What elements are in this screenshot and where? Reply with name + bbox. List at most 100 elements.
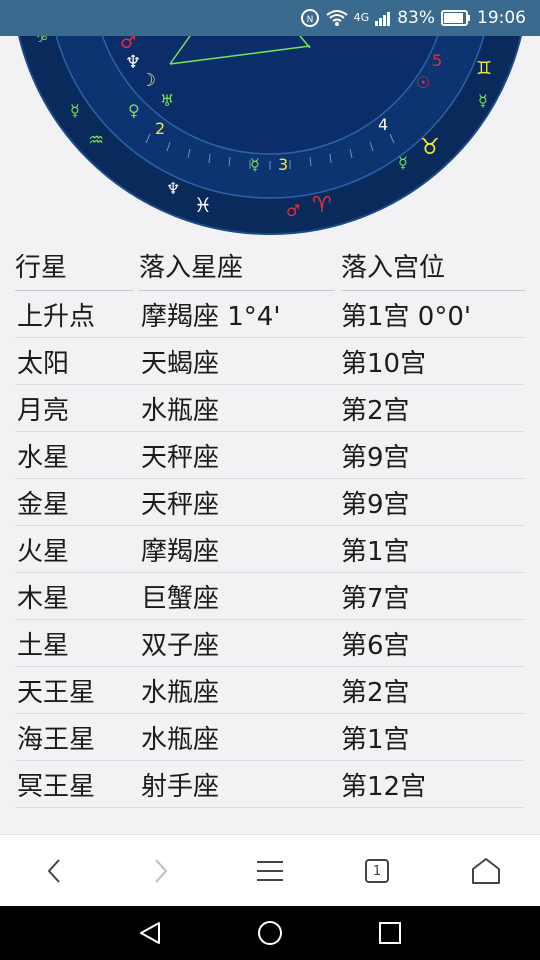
zodiac-sign: 天蝎座	[141, 348, 220, 379]
header-house: 落入宫位	[341, 246, 525, 291]
table-row: 木星 巨蟹座 第7宫	[15, 573, 525, 620]
mercury-icon: ☿	[478, 91, 488, 110]
table-row: 天王星 水瓶座 第2宫	[15, 667, 525, 714]
table-row: 月亮 水瓶座 第2宫	[15, 385, 525, 432]
system-navigation-bar	[0, 906, 540, 960]
system-home-button[interactable]	[240, 906, 300, 960]
planet-name: 太阳	[17, 348, 70, 379]
house-position: 第1宫	[341, 724, 410, 755]
mars-icon: ♂	[120, 36, 136, 53]
house-position: 第2宫	[341, 395, 410, 426]
astrology-chart: 2 3 4 5 ♂ ♆ ☽ ♅ ♀ ☿ ♒ ♑ ☿ ♆ ♓ ♂ ♈ ☿ ♉ ☉ …	[0, 36, 540, 236]
table-row: 金星 天秤座 第9宫	[15, 479, 525, 526]
house-position: 第10宫	[341, 348, 427, 379]
taurus-icon: ♉	[420, 135, 440, 160]
house-number: 3	[278, 155, 288, 174]
home-button[interactable]	[456, 835, 516, 907]
planet-table: 行星 落入星座 落入宫位 上升点 摩羯座 1°4' 第1宫 0°0' 太阳 天蝎座 第10…	[15, 246, 525, 808]
aries-icon: ♈	[312, 193, 332, 218]
planet-name: 上升点	[17, 301, 96, 332]
planet-name: 天王星	[17, 677, 96, 708]
table-row: 太阳 天蝎座 第10宫	[15, 338, 525, 385]
house-position: 第6宫	[341, 630, 410, 661]
browser-toolbar: 1	[0, 834, 540, 907]
signal-icon	[375, 12, 391, 26]
planet-name: 海王星	[17, 724, 96, 755]
house-position: 第7宫	[341, 583, 410, 614]
zodiac-sign: 水瓶座	[141, 677, 220, 708]
venus-icon: ♀	[128, 101, 140, 120]
planet-name: 金星	[17, 489, 70, 520]
house-position: 第1宫	[341, 536, 410, 567]
neptune-icon: ♆	[166, 179, 180, 198]
uranus-icon: ♅	[160, 91, 174, 110]
system-recents-button[interactable]	[360, 906, 420, 960]
house-position: 第2宫	[341, 677, 410, 708]
tabs-button[interactable]: 1	[347, 835, 407, 907]
house-position: 第9宫	[341, 489, 410, 520]
zodiac-sign: 摩羯座 1°4'	[141, 301, 281, 332]
tab-count: 1	[372, 863, 382, 879]
status-icons: N 4G 83% 19:06	[300, 0, 526, 36]
header-planet: 行星	[15, 246, 133, 291]
mars-icon: ♂	[286, 201, 300, 220]
chevron-right-icon	[155, 859, 168, 883]
zodiac-sign: 水瓶座	[141, 395, 220, 426]
zodiac-sign: 天秤座	[141, 489, 220, 520]
planet-name: 冥王星	[17, 771, 96, 802]
house-number: 4	[378, 115, 388, 134]
svg-text:N: N	[306, 15, 313, 25]
back-button[interactable]	[24, 835, 84, 907]
pisces-icon: ♓	[194, 193, 212, 217]
mercury-icon: ☿	[70, 101, 80, 120]
header-sign: 落入星座	[139, 246, 335, 291]
house-number: 5	[432, 51, 442, 70]
home-icon	[472, 858, 500, 884]
house-position: 第12宫	[341, 771, 427, 802]
table-row: 土星 双子座 第6宫	[15, 620, 525, 667]
table-row: 上升点 摩羯座 1°4' 第1宫 0°0'	[15, 291, 525, 338]
astrology-chart-wheel: 2 3 4 5 ♂ ♆ ☽ ♅ ♀ ☿ ♒ ♑ ☿ ♆ ♓ ♂ ♈ ☿ ♉ ☉ …	[18, 36, 522, 235]
menu-button[interactable]	[240, 835, 300, 907]
forward-button[interactable]	[131, 835, 191, 907]
planet-name: 木星	[17, 583, 70, 614]
sign-icon: ♑	[34, 36, 48, 46]
tabs-icon: 1	[365, 859, 389, 883]
triangle-back-icon	[140, 922, 160, 944]
house-position: 第1宫 0°0'	[341, 301, 472, 332]
zodiac-sign: 巨蟹座	[141, 583, 220, 614]
network-type: 4G	[353, 11, 370, 24]
aquarius-icon: ♒	[88, 130, 104, 151]
zodiac-sign: 双子座	[141, 630, 220, 661]
planet-name: 土星	[17, 630, 70, 661]
moon-icon: ☽	[140, 70, 156, 91]
battery-percent: 83%	[397, 8, 435, 28]
mercury-icon: ☿	[250, 155, 260, 174]
house-position: 第9宫	[341, 442, 410, 473]
table-row: 火星 摩羯座 第1宫	[15, 526, 525, 573]
planet-name: 火星	[17, 536, 70, 567]
chevron-left-icon	[47, 859, 60, 883]
clock: 19:06	[477, 8, 526, 28]
battery-icon	[441, 10, 470, 26]
house-number: 2	[155, 119, 165, 138]
zodiac-sign: 天秤座	[141, 442, 220, 473]
planet-name: 月亮	[17, 395, 70, 426]
circle-home-icon	[258, 921, 282, 945]
table-header: 行星 落入星座 落入宫位	[15, 246, 525, 291]
status-bar: N 4G 83% 19:06	[0, 0, 540, 36]
gemini-icon: ♊	[476, 58, 492, 79]
square-recents-icon	[379, 922, 401, 944]
planet-name: 水星	[17, 442, 70, 473]
table-row: 海王星 水瓶座 第1宫	[15, 714, 525, 761]
mercury-icon: ☿	[398, 153, 408, 172]
zodiac-sign: 水瓶座	[141, 724, 220, 755]
zodiac-sign: 射手座	[141, 771, 220, 802]
table-body: 上升点 摩羯座 1°4' 第1宫 0°0' 太阳 天蝎座 第10宫 月亮 水瓶座 第2宫 水星 天秤…	[15, 291, 525, 808]
sun-icon: ☉	[416, 73, 430, 92]
menu-icon	[257, 861, 283, 881]
system-back-button[interactable]	[120, 906, 180, 960]
zodiac-sign: 摩羯座	[141, 536, 220, 567]
nfc-icon: N	[300, 9, 319, 27]
table-row: 冥王星 射手座 第12宫	[15, 761, 525, 808]
